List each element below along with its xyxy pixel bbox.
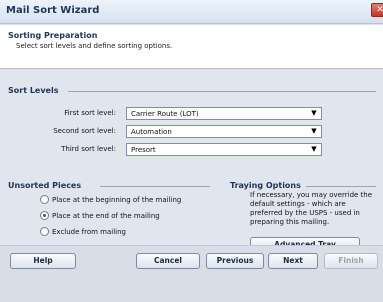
second-sort-level-value: Automation	[131, 128, 172, 136]
wizard-footer: Help Cancel Previous Next Finish	[0, 245, 383, 302]
third-sort-level-select[interactable]: Presort ▼	[126, 143, 322, 156]
title-bar: Mail Sort Wizard ✕	[0, 0, 383, 24]
radio-exclude[interactable]	[40, 227, 49, 236]
wizard-header: Sorting Preparation Select sort levels a…	[0, 25, 383, 69]
chevron-down-icon: ▼	[311, 127, 317, 135]
first-sort-level-select[interactable]: Carrier Route (LOT) ▼	[126, 107, 322, 120]
third-sort-level-label: Third sort level:	[61, 145, 116, 153]
radio-place-end-label: Place at the end of the mailing	[52, 212, 160, 220]
radio-exclude-label: Exclude from mailing	[52, 228, 126, 236]
cancel-button[interactable]: Cancel	[136, 253, 200, 269]
page-subtitle: Select sort levels and define sorting op…	[16, 42, 173, 50]
finish-button[interactable]: Finish	[324, 253, 378, 269]
sort-levels-heading: Sort Levels	[8, 86, 59, 95]
close-icon: ✕	[376, 5, 383, 15]
first-sort-level-label: First sort level:	[64, 109, 116, 117]
radio-place-beginning[interactable]	[40, 195, 49, 204]
chevron-down-icon: ▼	[311, 145, 317, 153]
chevron-down-icon: ▼	[311, 109, 317, 117]
third-sort-level-value: Presort	[131, 146, 156, 154]
sort-levels-divider	[68, 91, 376, 92]
second-sort-level-label: Second sort level:	[53, 127, 116, 135]
close-button[interactable]: ✕	[371, 3, 383, 17]
traying-options-heading: Traying Options	[230, 181, 301, 190]
first-sort-level-value: Carrier Route (LOT)	[131, 110, 199, 118]
traying-options-description: If necessary, you may override the defau…	[250, 191, 373, 226]
window-title: Mail Sort Wizard	[6, 5, 100, 16]
help-button[interactable]: Help	[10, 253, 76, 269]
traying-options-divider	[306, 186, 376, 187]
main-panel: Sort Levels First sort level: Carrier Ro…	[0, 70, 383, 263]
unsorted-pieces-heading: Unsorted Pieces	[8, 181, 82, 190]
radio-place-end[interactable]	[40, 211, 49, 220]
previous-button[interactable]: Previous	[206, 253, 264, 269]
next-button[interactable]: Next	[268, 253, 318, 269]
unsorted-pieces-divider	[100, 186, 210, 187]
second-sort-level-select[interactable]: Automation ▼	[126, 125, 322, 138]
radio-place-beginning-label: Place at the beginning of the mailing	[52, 196, 182, 204]
page-title: Sorting Preparation	[8, 31, 98, 40]
